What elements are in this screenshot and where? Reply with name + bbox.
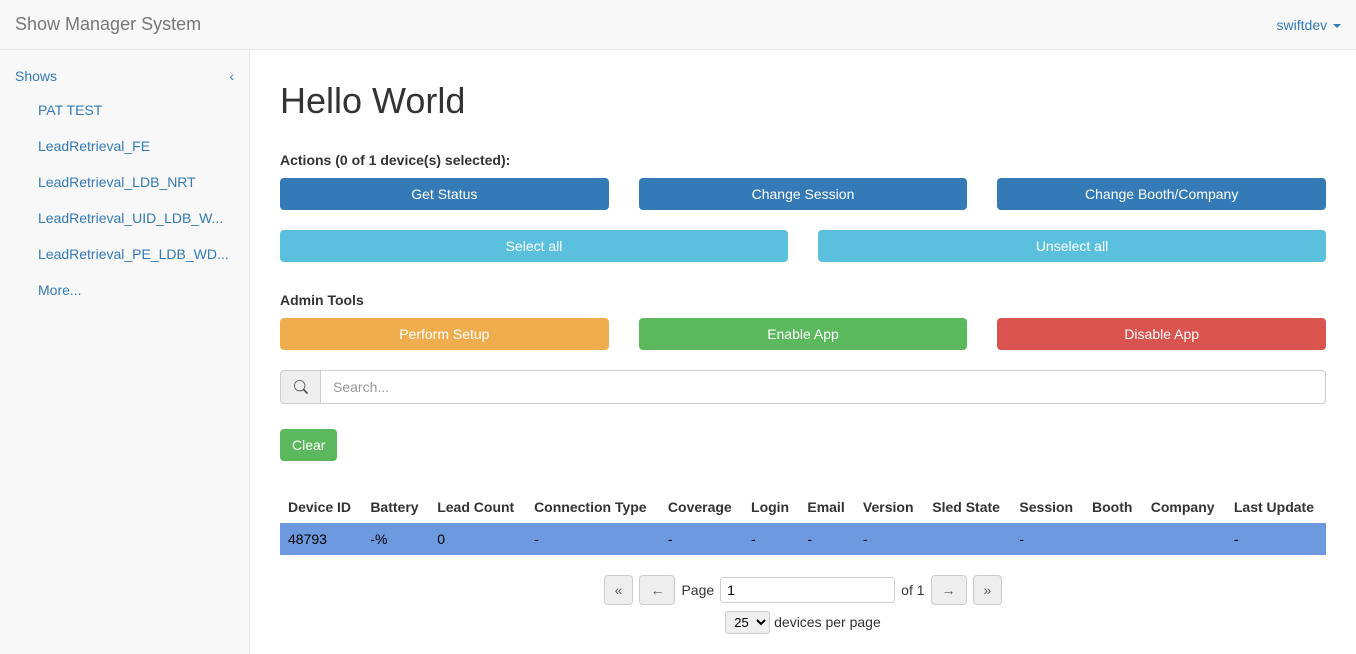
th-battery[interactable]: Battery (362, 491, 429, 523)
perform-setup-button[interactable]: Perform Setup (280, 318, 609, 350)
enable-app-button[interactable]: Enable App (639, 318, 968, 350)
th-device-id[interactable]: Device ID (280, 491, 362, 523)
cell-version: - (855, 523, 924, 555)
search-group (280, 370, 1326, 404)
page-input[interactable] (720, 577, 895, 603)
sidebar-item[interactable]: LeadRetrieval_PE_LDB_WD... (0, 236, 249, 272)
page-label: Page (681, 582, 714, 598)
cell-battery: -% (362, 523, 429, 555)
th-lead-count[interactable]: Lead Count (429, 491, 526, 523)
navbar-brand: Show Manager System (15, 14, 201, 35)
user-dropdown[interactable]: swiftdev (1277, 17, 1341, 33)
per-page-label: devices per page (774, 614, 881, 630)
clear-button[interactable]: Clear (280, 429, 337, 461)
cell-sled-state (924, 523, 1011, 555)
next-page-button[interactable]: → (931, 575, 967, 605)
th-sled-state[interactable]: Sled State (924, 491, 1011, 523)
sidebar-header-shows[interactable]: Shows ‹ (0, 60, 249, 92)
cell-session: - (1011, 523, 1084, 555)
select-all-button[interactable]: Select all (280, 230, 788, 262)
cell-login: - (743, 523, 799, 555)
change-booth-button[interactable]: Change Booth/Company (997, 178, 1326, 210)
th-last-update[interactable]: Last Update (1226, 491, 1326, 523)
pagination: « ← Page of 1 → » 25 devices per page (280, 575, 1326, 634)
search-icon (280, 370, 320, 404)
page-of-label: of 1 (901, 582, 924, 598)
cell-device-id: 48793 (280, 523, 362, 555)
change-session-button[interactable]: Change Session (639, 178, 968, 210)
cell-connection-type: - (526, 523, 660, 555)
per-page-select[interactable]: 25 (725, 611, 770, 634)
sidebar: Shows ‹ PAT TEST LeadRetrieval_FE LeadRe… (0, 50, 250, 654)
sidebar-item[interactable]: LeadRetrieval_FE (0, 128, 249, 164)
th-booth[interactable]: Booth (1084, 491, 1143, 523)
actions-label: Actions (0 of 1 device(s) selected): (280, 152, 1326, 168)
sidebar-item[interactable]: PAT TEST (0, 92, 249, 128)
sidebar-item-more[interactable]: More... (0, 272, 249, 308)
th-version[interactable]: Version (855, 491, 924, 523)
first-page-button[interactable]: « (604, 575, 634, 605)
th-company[interactable]: Company (1143, 491, 1226, 523)
table-header-row: Device ID Battery Lead Count Connection … (280, 491, 1326, 523)
sidebar-item[interactable]: LeadRetrieval_UID_LDB_W... (0, 200, 249, 236)
disable-app-button[interactable]: Disable App (997, 318, 1326, 350)
get-status-button[interactable]: Get Status (280, 178, 609, 210)
table-row[interactable]: 48793 -% 0 - - - - - - - (280, 523, 1326, 555)
th-coverage[interactable]: Coverage (660, 491, 743, 523)
devices-table: Device ID Battery Lead Count Connection … (280, 491, 1326, 555)
cell-booth (1084, 523, 1143, 555)
th-email[interactable]: Email (799, 491, 855, 523)
main-content: Hello World Actions (0 of 1 device(s) se… (250, 50, 1356, 654)
cell-email: - (799, 523, 855, 555)
sidebar-header-label: Shows (15, 68, 57, 84)
unselect-all-button[interactable]: Unselect all (818, 230, 1326, 262)
user-name: swiftdev (1277, 17, 1328, 33)
search-input[interactable] (320, 370, 1326, 404)
caret-down-icon (1333, 24, 1341, 28)
page-title: Hello World (280, 80, 1326, 122)
prev-page-button[interactable]: ← (639, 575, 675, 605)
th-connection-type[interactable]: Connection Type (526, 491, 660, 523)
navbar: Show Manager System swiftdev (0, 0, 1356, 50)
sidebar-item[interactable]: LeadRetrieval_LDB_NRT (0, 164, 249, 200)
cell-last-update: - (1226, 523, 1326, 555)
chevron-left-icon: ‹ (229, 68, 234, 84)
th-session[interactable]: Session (1011, 491, 1084, 523)
last-page-button[interactable]: » (973, 575, 1003, 605)
cell-company (1143, 523, 1226, 555)
sidebar-menu: PAT TEST LeadRetrieval_FE LeadRetrieval_… (0, 92, 249, 308)
admin-tools-label: Admin Tools (280, 292, 1326, 308)
th-login[interactable]: Login (743, 491, 799, 523)
cell-coverage: - (660, 523, 743, 555)
cell-lead-count: 0 (429, 523, 526, 555)
